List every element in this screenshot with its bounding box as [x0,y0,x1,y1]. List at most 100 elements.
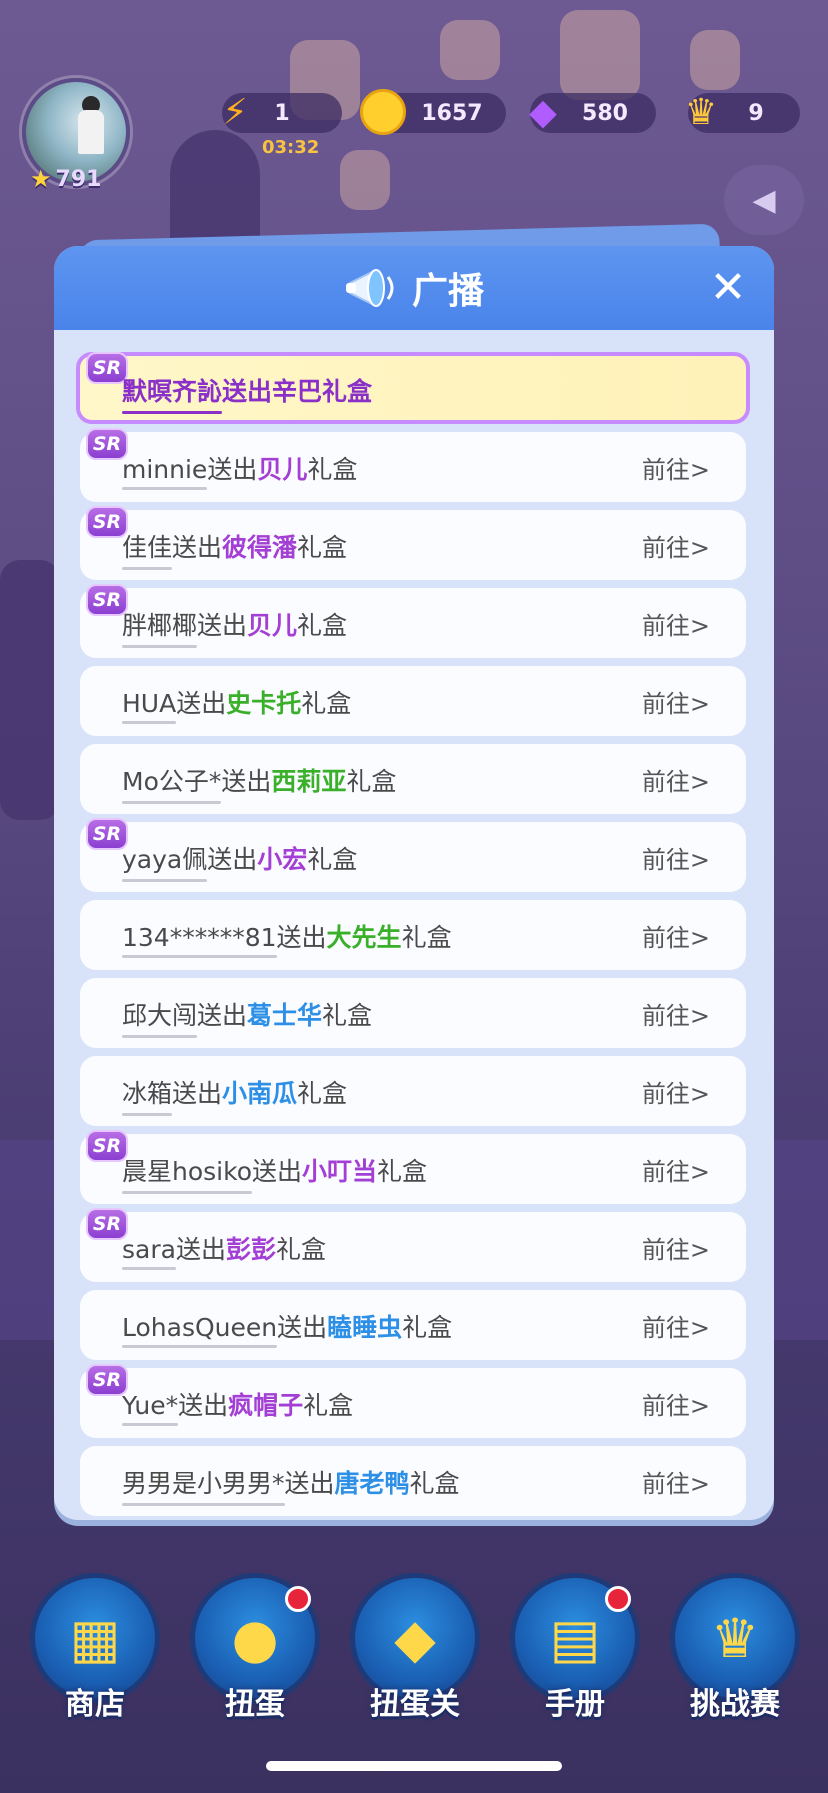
broadcast-message: 冰箱送出小南瓜礼盒 [122,1074,348,1116]
nav-handbook-label: 手册 [545,1687,605,1722]
gift-name: 小宏 [257,845,308,874]
broadcast-row[interactable]: LohasQueen送出瞌睡虫礼盒 前往> [80,1290,746,1360]
crown-icon: ♛ [684,91,718,133]
go-link[interactable]: 前往> [642,1230,710,1265]
gift-suffix: 礼盒 [322,377,373,406]
coin-value: 1657 [421,100,483,126]
gift-name: 西莉亚 [271,767,347,796]
coin-counter[interactable]: 1657 [360,89,506,135]
gift-suffix: 礼盒 [297,611,348,640]
gift-name: 贝儿 [247,611,298,640]
broadcast-row[interactable]: SR sara送出彭彭礼盒 前往> [80,1208,746,1282]
go-link[interactable]: 前往> [642,1152,710,1187]
action-text: 送出 [175,1235,226,1264]
notification-dot [605,1586,631,1612]
go-link[interactable]: 前往> [642,840,710,875]
broadcast-row[interactable]: HUA送出史卡托礼盒 前往> [80,666,746,736]
notification-dot [285,1586,311,1612]
broadcast-row[interactable]: SR 晨星hosiko送出小叮当礼盒 前往> [80,1130,746,1204]
broadcast-message: HUA送出史卡托礼盒 [122,684,351,724]
broadcast-row[interactable]: 134******81送出大先生礼盒 前往> [80,900,746,970]
nav-gacha-button[interactable]: ● 扭蛋 [190,1573,320,1723]
action-text: 送出 [176,689,227,718]
go-link[interactable]: 前往> [642,1308,710,1343]
go-link[interactable]: 前往> [642,918,710,953]
go-link[interactable]: 前往> [642,606,710,641]
speaker-icon: ◀ [752,182,776,218]
broadcast-row[interactable]: SR 胖椰椰送出贝儿礼盒 前往> [80,584,746,658]
go-link[interactable]: 前往> [642,1464,710,1499]
nav-handbook-button[interactable]: ▤ 手册 [510,1573,640,1723]
nav-shop-button[interactable]: ▦ 商店 [30,1573,160,1723]
broadcast-message: 胖椰椰送出贝儿礼盒 [122,606,348,648]
broadcast-message: 晨星hosiko送出小叮当礼盒 [122,1152,427,1194]
broadcast-row[interactable]: Mo公子*送出西莉亚礼盒 前往> [80,744,746,814]
home-indicator[interactable] [266,1761,562,1771]
broadcast-row[interactable]: 邱大闯送出葛士华礼盒 前往> [80,978,746,1048]
go-link[interactable]: 前往> [642,1386,710,1421]
background-decoration [340,150,390,210]
broadcast-message: minnie送出贝儿礼盒 [122,450,358,490]
modal-header: 广播 ✕ [54,246,774,330]
gift-suffix: 礼盒 [307,455,358,484]
go-link[interactable]: 前往> [642,996,710,1031]
broadcast-message: sara送出彭彭礼盒 [122,1230,326,1270]
modal-title-text: 广播 [411,271,484,312]
gift-name: 小南瓜 [222,1079,298,1108]
action-text: 送出 [207,845,258,874]
broadcast-message: yaya佩送出小宏礼盒 [122,840,358,882]
gift-name: 贝儿 [257,455,308,484]
gift-name: 史卡托 [226,689,302,718]
action-text: 送出 [207,455,258,484]
broadcast-message: 134******81送出大先生礼盒 [122,918,452,958]
gift-name: 瞌睡虫 [327,1313,403,1342]
broadcast-row[interactable]: SR yaya佩送出小宏礼盒 前往> [80,818,746,892]
sender-name: 冰箱 [122,1074,173,1116]
nav-gacha-label: 扭蛋 [225,1687,285,1722]
level-value: 791 [55,166,102,192]
sender-name: 男男是小男男* [122,1464,285,1506]
gift-name: 小叮当 [302,1157,378,1186]
background-decoration [560,10,640,100]
castle-tower [170,130,260,250]
go-link[interactable]: 前往> [642,528,710,563]
nav-challenge-button[interactable]: ♛ 挑战赛 [670,1573,800,1723]
energy-timer: 03:32 [262,137,320,158]
nav-gacha-stage-button[interactable]: ◆ 扭蛋关 [350,1573,480,1723]
go-link[interactable]: 前往> [642,450,710,485]
action-text: 送出 [276,923,327,952]
gift-suffix: 礼盒 [303,1391,354,1420]
gift-suffix: 礼盒 [297,1079,348,1108]
go-link[interactable]: 前往> [642,1074,710,1109]
broadcast-row[interactable]: SR minnie送出贝儿礼盒 前往> [80,428,746,502]
close-button[interactable]: ✕ [706,266,750,310]
energy-counter[interactable]: ⚡ 1 [222,92,342,133]
gift-name: 彭彭 [225,1235,276,1264]
go-link[interactable]: 前往> [642,684,710,719]
broadcast-message: Mo公子*送出西莉亚礼盒 [122,762,396,804]
gem-value: 580 [582,100,628,126]
nav-challenge-label: 挑战赛 [690,1687,780,1722]
broadcast-message: LohasQueen送出瞌睡虫礼盒 [122,1308,452,1348]
nav-gacha-stage-label: 扭蛋关 [370,1687,460,1722]
broadcast-row[interactable]: 冰箱送出小南瓜礼盒 前往> [80,1056,746,1126]
sender-name: 佳佳 [122,528,173,570]
broadcast-speaker-button[interactable]: ◀ [724,165,804,235]
go-link[interactable]: 前往> [642,762,710,797]
action-text: 送出 [252,1157,303,1186]
broadcast-row[interactable]: SR Yue*送出疯帽子礼盒 前往> [80,1364,746,1438]
gift-suffix: 礼盒 [307,845,358,874]
featured-broadcast-row[interactable]: SR 默暝齐訫送出辛巴礼盒 [76,352,750,424]
action-text: 送出 [172,533,223,562]
broadcast-row[interactable]: 男男是小男男*送出唐老鸭礼盒 前往> [80,1446,746,1516]
castle-wall [0,560,60,820]
gift-name: 辛巴 [272,377,323,406]
gift-name: 疯帽子 [228,1391,304,1420]
broadcast-row[interactable]: SR 佳佳送出彼得潘礼盒 前往> [80,506,746,580]
gem-icon: ◆ [529,91,557,133]
gift-name: 葛士华 [247,1001,323,1030]
gem-counter[interactable]: ◆ 580 [529,92,656,133]
nav-shop-label: 商店 [65,1687,125,1722]
crown-counter[interactable]: ♛ 9 [685,92,800,133]
sender-name: Mo公子* [122,762,222,804]
